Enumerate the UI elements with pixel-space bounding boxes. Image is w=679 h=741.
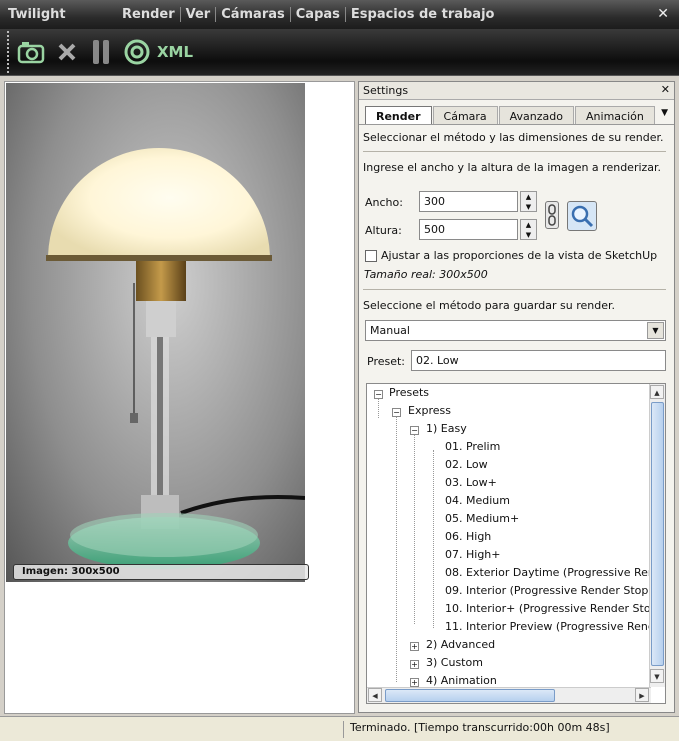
- tree-item[interactable]: 01. Prelim: [445, 440, 500, 453]
- tree-node-advanced[interactable]: 2) Advanced: [426, 638, 495, 651]
- tree-item[interactable]: 11. Interior Preview (Progressive Rende: [445, 620, 662, 633]
- tree-item[interactable]: 08. Exterior Daytime (Progressive Rende: [445, 566, 665, 579]
- settings-tabs: Render Cámara Avanzado Animación ▼: [359, 100, 674, 125]
- magnifier-icon[interactable]: [567, 201, 597, 231]
- tree-item[interactable]: 04. Medium: [445, 494, 510, 507]
- tree-item[interactable]: 10. Interior+ (Progressive Render Stop: [445, 602, 658, 615]
- save-method-select[interactable]: Manual ▼: [365, 320, 666, 341]
- scroll-down-icon[interactable]: ▼: [650, 669, 664, 683]
- height-stepper[interactable]: ▲ ▼: [520, 219, 537, 240]
- save-method-value: Manual: [370, 324, 410, 337]
- toolbar-grip[interactable]: [7, 31, 11, 73]
- camera-render-icon[interactable]: [16, 37, 46, 67]
- tab-camara[interactable]: Cámara: [432, 106, 498, 124]
- toolbar: XML: [0, 29, 679, 76]
- collapse-icon[interactable]: −: [410, 426, 419, 435]
- tab-render[interactable]: Render: [365, 106, 432, 124]
- preset-label: Preset:: [367, 355, 406, 368]
- image-size-label: Imagen: 300x500: [13, 564, 309, 580]
- pause-icon[interactable]: [89, 37, 113, 67]
- close-icon[interactable]: ✕: [657, 6, 669, 22]
- height-input[interactable]: 500: [419, 219, 518, 240]
- aspect-checkbox[interactable]: [365, 250, 377, 262]
- menu-espacios[interactable]: Espacios de trabajo: [346, 7, 500, 22]
- cancel-icon[interactable]: [55, 37, 79, 67]
- divider: [363, 151, 666, 152]
- tree-node-express[interactable]: Express: [408, 404, 451, 417]
- menu-camaras[interactable]: Cámaras: [216, 7, 291, 22]
- scroll-left-icon[interactable]: ◀: [368, 688, 382, 702]
- tab-animacion[interactable]: Animación: [575, 106, 655, 124]
- title-bar: Twilight Render Ver Cámaras Capas Espaci…: [0, 0, 679, 29]
- size-prompt: Ingrese el ancho y la altura de la image…: [363, 161, 662, 174]
- expand-icon[interactable]: +: [410, 642, 419, 651]
- status-bar: Terminado. [Tiempo transcurrido:00h 00m …: [0, 716, 679, 741]
- height-label: Altura:: [365, 224, 402, 237]
- render-viewport: Imagen: 300x500: [4, 81, 355, 714]
- expand-icon[interactable]: +: [410, 660, 419, 669]
- chevron-down-icon[interactable]: ▼: [647, 322, 664, 339]
- scroll-thumb[interactable]: [651, 402, 664, 666]
- tab-avanzado[interactable]: Avanzado: [498, 106, 575, 124]
- real-size-text: Tamaño real: 300x500: [364, 268, 488, 281]
- chain-link-icon[interactable]: [545, 201, 559, 229]
- intro-text: Seleccionar el método y las dimensiones …: [363, 131, 664, 144]
- save-method-prompt: Seleccione el método para guardar su ren…: [363, 299, 615, 312]
- aspect-label: Ajustar a las proporciones de la vista d…: [381, 249, 658, 262]
- tree-item[interactable]: 09. Interior (Progressive Render Stop W: [445, 584, 663, 597]
- tree-item[interactable]: 03. Low+: [445, 476, 497, 489]
- settings-title: Settings: [363, 84, 409, 97]
- menu-ver[interactable]: Ver: [181, 7, 217, 22]
- app-title: Twilight: [8, 7, 66, 22]
- collapse-icon[interactable]: −: [392, 408, 401, 417]
- tree-node-presets[interactable]: Presets: [389, 386, 429, 399]
- close-panel-icon[interactable]: ✕: [661, 83, 670, 96]
- width-stepper[interactable]: ▲ ▼: [520, 191, 537, 212]
- tab-dropdown-icon[interactable]: ▼: [661, 108, 668, 118]
- width-label: Ancho:: [365, 196, 403, 209]
- render-image: [6, 83, 306, 582]
- settings-header: Settings ✕: [359, 82, 674, 100]
- tree-node-easy[interactable]: 1) Easy: [426, 422, 467, 435]
- vertical-scrollbar[interactable]: ▲ ▼: [649, 384, 665, 687]
- xml-icon[interactable]: XML: [157, 37, 193, 67]
- tree-item[interactable]: 07. High+: [445, 548, 501, 561]
- tree-item[interactable]: 06. High: [445, 530, 491, 543]
- menu-bar: Render Ver Cámaras Capas Espacios de tra…: [117, 7, 499, 22]
- tree-item-selected[interactable]: 02. Low: [445, 458, 488, 471]
- collapse-icon[interactable]: −: [374, 390, 383, 399]
- tree-item[interactable]: 05. Medium+: [445, 512, 519, 525]
- divider: [363, 289, 666, 290]
- scroll-right-icon[interactable]: ▶: [635, 688, 649, 702]
- width-input[interactable]: 300: [419, 191, 518, 212]
- preset-input[interactable]: 02. Low: [411, 350, 666, 371]
- status-text: Terminado. [Tiempo transcurrido:00h 00m …: [343, 721, 610, 738]
- menu-render[interactable]: Render: [117, 7, 181, 22]
- menu-capas[interactable]: Capas: [291, 7, 346, 22]
- tree-node-animation[interactable]: 4) Animation: [426, 674, 497, 687]
- material-icon[interactable]: [122, 37, 152, 67]
- scroll-up-icon[interactable]: ▲: [650, 385, 664, 399]
- scroll-thumb[interactable]: [385, 689, 555, 702]
- horizontal-scrollbar[interactable]: ◀ ▶: [367, 687, 651, 703]
- tree-node-custom[interactable]: 3) Custom: [426, 656, 483, 669]
- preset-tree: − Presets − Express − 1) Easy 01. Prelim…: [366, 383, 666, 704]
- expand-icon[interactable]: +: [410, 678, 419, 687]
